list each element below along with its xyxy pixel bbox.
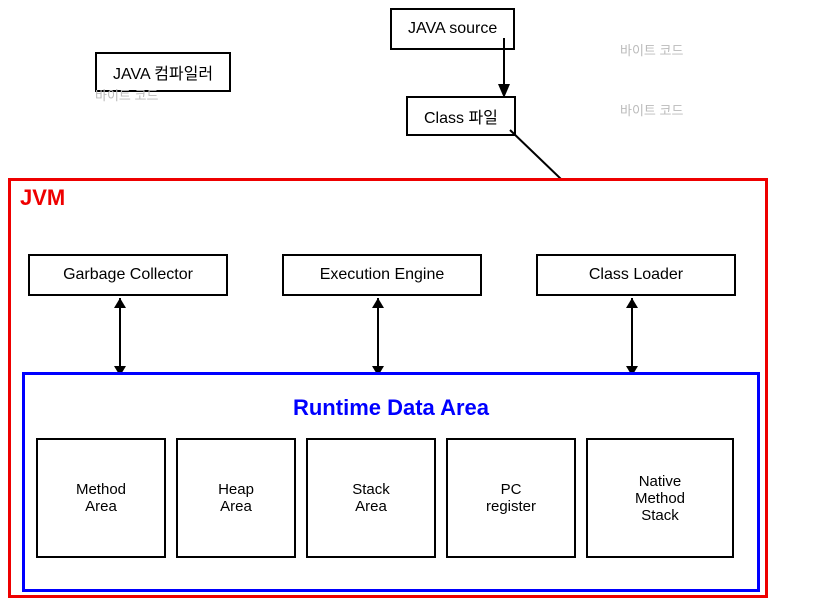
arrow-source-down — [494, 38, 514, 98]
garbage-collector-box: Garbage Collector — [28, 254, 228, 296]
ee-label: Execution Engine — [320, 266, 445, 283]
java-compiler-label: JAVA 컴파일러 — [113, 66, 213, 83]
pc-register-box: PC register — [446, 438, 576, 558]
jvm-label: JVM — [20, 185, 65, 211]
faint-left: 바이트 코드 — [95, 85, 158, 104]
runtime-label: Runtime Data Area — [22, 395, 760, 421]
heap-area-box: Heap Area — [176, 438, 296, 558]
arrow-ee-runtime — [368, 298, 388, 376]
class-loader-box: Class Loader — [536, 254, 736, 296]
arrow-gc-runtime — [110, 298, 130, 376]
java-source-label: JAVA source — [408, 20, 497, 37]
class-file-label: Class 파일 — [424, 110, 498, 127]
stack-area-label: Stack Area — [352, 481, 390, 515]
native-method-label: Native Method Stack — [635, 473, 685, 524]
gc-label: Garbage Collector — [63, 266, 193, 283]
faint-right1: 바이트 코드 — [620, 40, 683, 59]
diagram-container: JAVA source JAVA 컴파일러 바이트 코드 바이트 코드 바이트 … — [0, 0, 820, 614]
execution-engine-box: Execution Engine — [282, 254, 482, 296]
cl-label: Class Loader — [589, 266, 683, 283]
method-area-label: Method Area — [76, 481, 126, 515]
pc-register-label: PC register — [486, 481, 536, 515]
faint-right2: 바이트 코드 — [620, 100, 683, 119]
native-method-stack-box: Native Method Stack — [586, 438, 734, 558]
heap-area-label: Heap Area — [218, 481, 254, 515]
stack-area-box: Stack Area — [306, 438, 436, 558]
method-area-box: Method Area — [36, 438, 166, 558]
arrow-cl-runtime — [622, 298, 642, 376]
